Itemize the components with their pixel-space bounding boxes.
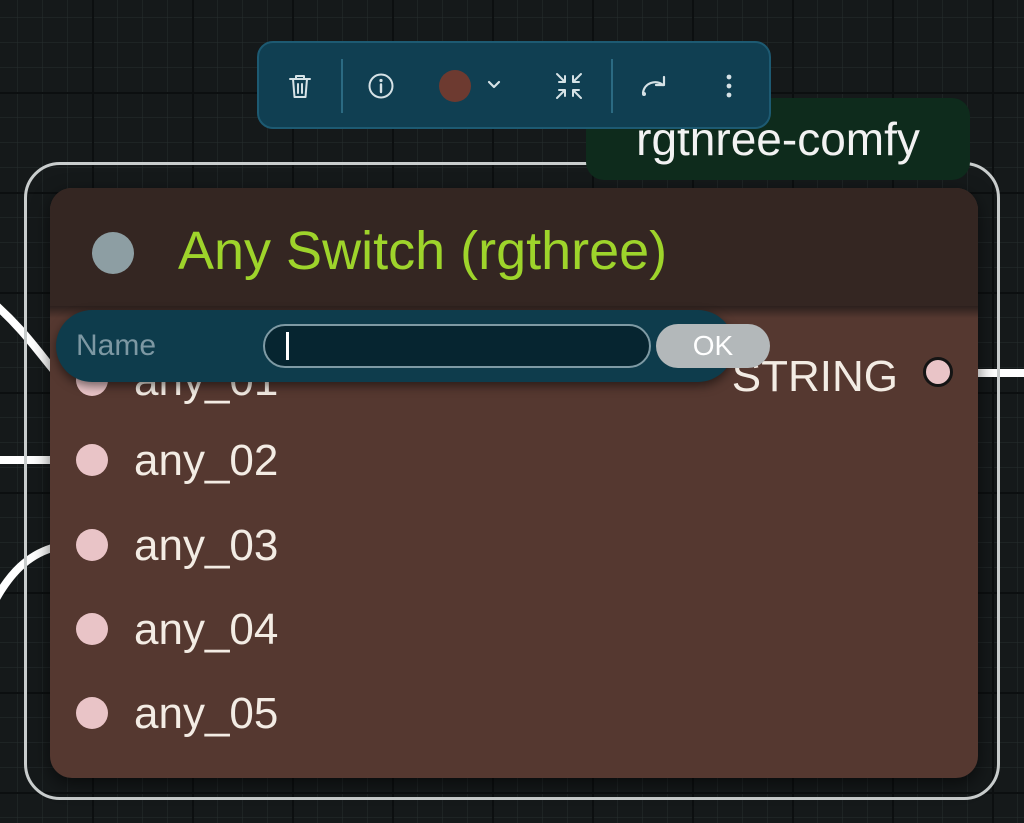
- ok-button[interactable]: OK: [656, 324, 770, 368]
- collapse-button[interactable]: [545, 61, 593, 111]
- delete-button[interactable]: [276, 61, 324, 111]
- output-slot-dot-string[interactable]: [923, 357, 953, 387]
- trash-icon: [289, 75, 311, 98]
- name-prompt-dialog: Name OK: [56, 310, 770, 382]
- toolbar-separator: [341, 59, 343, 113]
- info-button[interactable]: [357, 61, 405, 111]
- bypass-icon: [641, 75, 666, 96]
- more-options-button[interactable]: [705, 61, 753, 111]
- color-swatch-icon: [439, 70, 501, 102]
- text-caret: [286, 332, 289, 360]
- toolbar-separator: [611, 59, 613, 113]
- selection-toolbar: [257, 41, 771, 129]
- input-slot-label: any_05: [134, 689, 279, 738]
- input-slot-dot-any-03[interactable]: [76, 529, 108, 561]
- collapse-icon: [556, 73, 582, 99]
- input-slot-label: any_02: [134, 436, 279, 485]
- input-slot-dot-any-05[interactable]: [76, 697, 108, 729]
- node-header[interactable]: Any Switch (rgthree): [50, 188, 978, 314]
- graph-canvas[interactable]: Any Switch (rgthree) any_01 any_02 any_0…: [0, 0, 1024, 823]
- input-slot-label: any_04: [134, 605, 279, 654]
- input-slot-dot-any-04[interactable]: [76, 613, 108, 645]
- bypass-button[interactable]: [631, 61, 679, 111]
- node-title: Any Switch (rgthree): [178, 221, 668, 281]
- name-input[interactable]: [263, 324, 651, 368]
- info-icon: [368, 73, 394, 99]
- any-switch-node[interactable]: Any Switch (rgthree) any_01 any_02 any_0…: [50, 188, 978, 778]
- input-slot-label: any_03: [134, 521, 279, 570]
- collapse-toggle-dot[interactable]: [92, 232, 134, 274]
- input-slot-dot-any-02[interactable]: [76, 444, 108, 476]
- color-picker-button[interactable]: [435, 61, 507, 111]
- more-vertical-icon: [726, 74, 732, 98]
- name-label: Name: [76, 329, 157, 362]
